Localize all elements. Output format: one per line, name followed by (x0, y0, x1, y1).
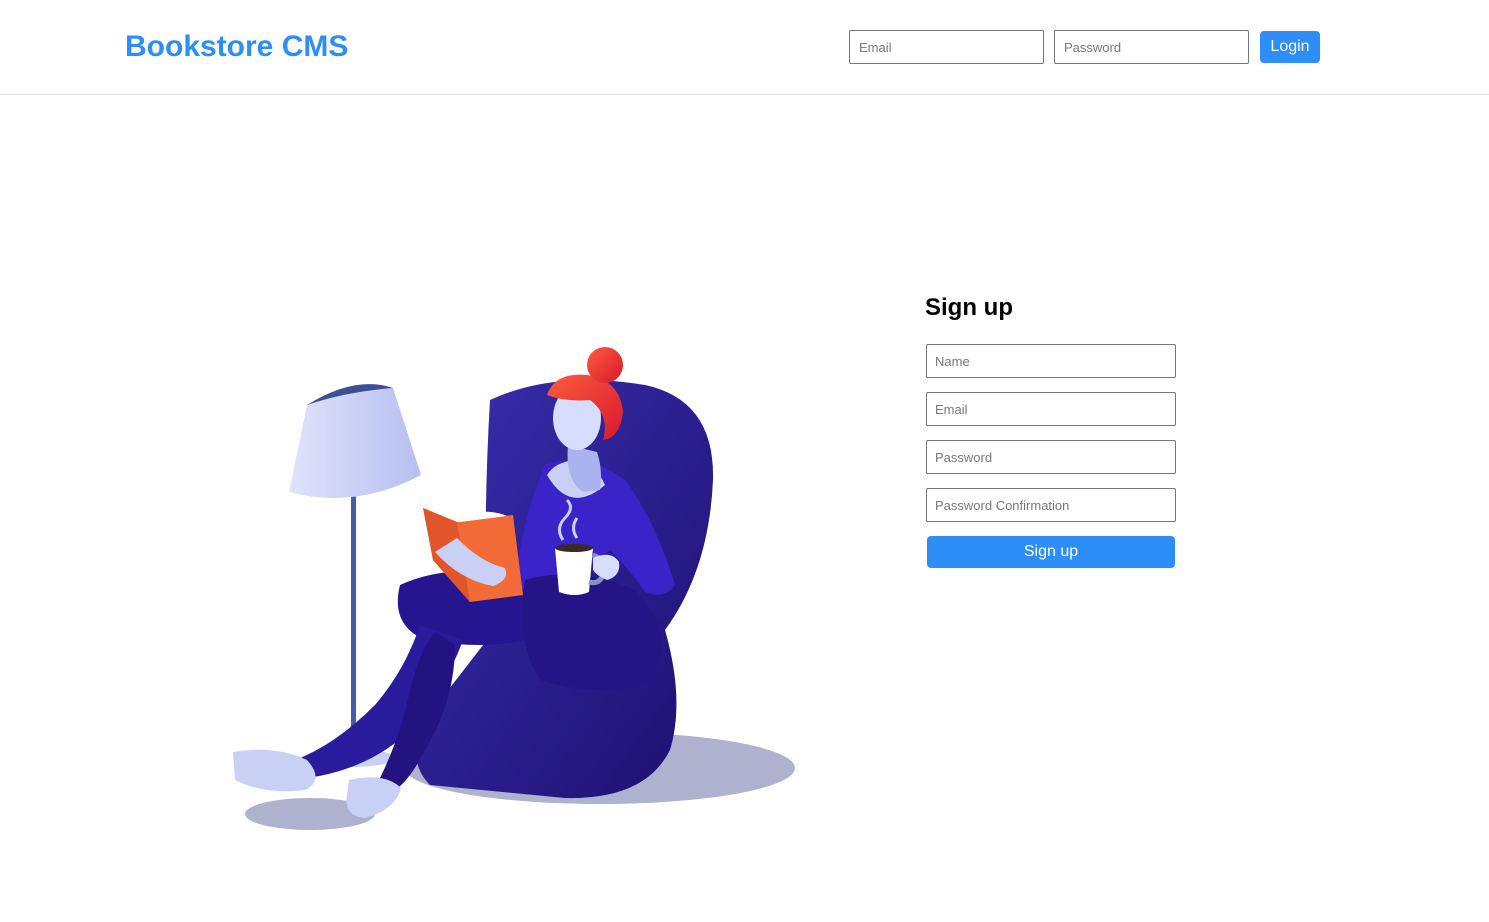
login-button[interactable]: Login (1260, 31, 1320, 63)
brand-title[interactable]: Bookstore CMS (125, 30, 348, 64)
signup-password-input[interactable] (926, 440, 1176, 474)
login-email-input[interactable] (849, 30, 1044, 64)
signup-email-input[interactable] (926, 392, 1176, 426)
signup-submit-button[interactable]: Sign up (927, 536, 1175, 568)
legs (233, 625, 463, 818)
signup-password-confirmation-input[interactable] (926, 488, 1176, 522)
signup-name-input[interactable] (926, 344, 1176, 378)
login-password-input[interactable] (1054, 30, 1249, 64)
reading-woman-illustration (233, 347, 795, 830)
signup-form: Sign up Sign up (925, 294, 1176, 568)
top-nav-bar: Bookstore CMS Login (0, 0, 1489, 95)
signup-title: Sign up (925, 294, 1013, 321)
